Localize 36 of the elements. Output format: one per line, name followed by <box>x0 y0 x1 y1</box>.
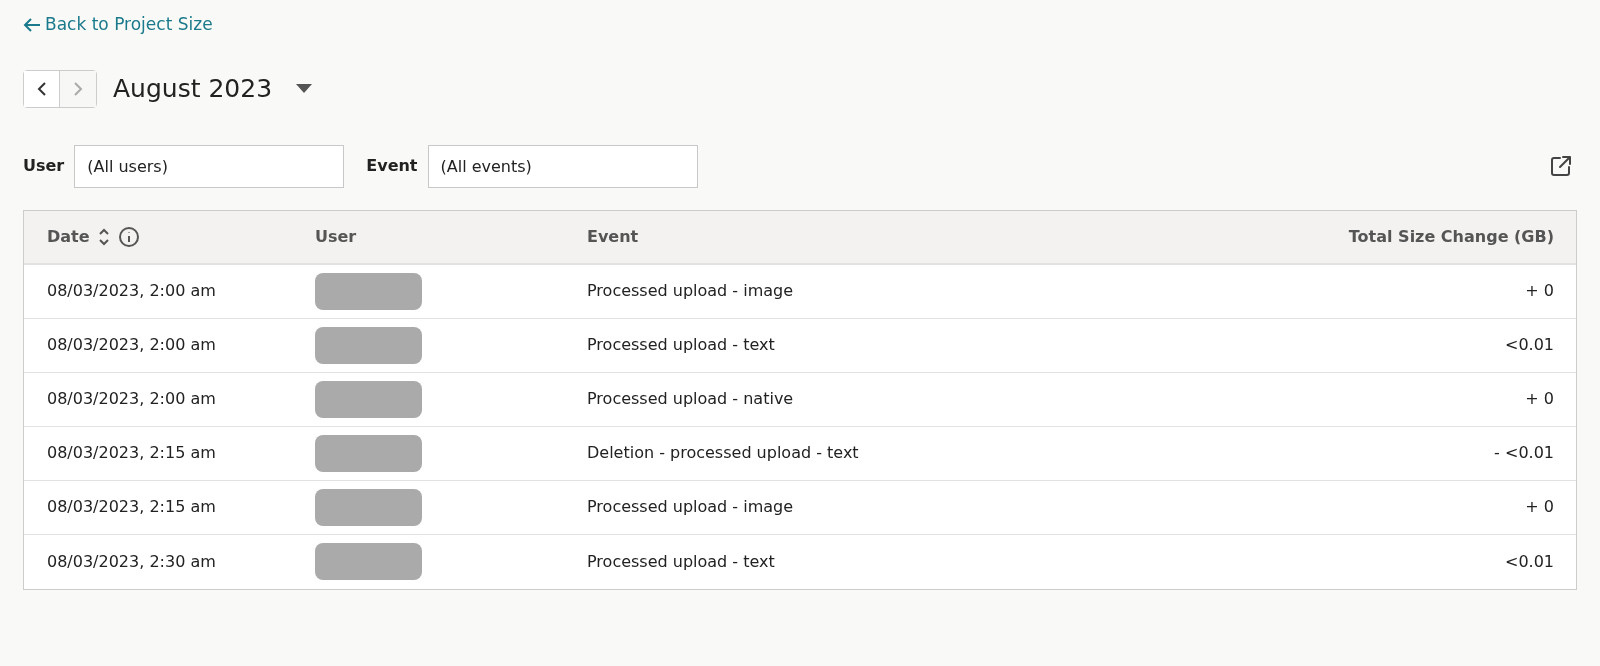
info-icon[interactable] <box>117 225 140 248</box>
chevron-left-icon <box>36 80 47 97</box>
size-change-cell: <0.01 <box>1504 335 1554 354</box>
back-link[interactable]: Back to Project Size <box>23 12 213 38</box>
size-change-cell: <0.01 <box>1504 551 1554 571</box>
date-cell: 08/03/2023, 2:00 am <box>47 389 216 408</box>
event-cell: Processed upload - native <box>587 389 794 408</box>
column-header: Total Size Change (GB) <box>1348 226 1554 246</box>
column-header[interactable]: Date <box>47 224 90 249</box>
date-cell: 08/03/2023, 2:30 am <box>47 551 216 571</box>
event-cell: Processed upload - text <box>587 551 775 571</box>
filter-label: Event <box>366 155 418 177</box>
column-header: User <box>315 226 357 246</box>
event-cell: Deletion - processed upload - text <box>587 443 859 462</box>
chevron-right-icon <box>73 80 83 97</box>
date-cell: 08/03/2023, 2:15 am <box>47 497 216 516</box>
filter-label: User <box>23 155 65 177</box>
event-cell: Processed upload - image <box>587 497 794 516</box>
size-change-cell: + 0 <box>1525 281 1554 300</box>
sort-icon[interactable] <box>97 226 110 247</box>
filter-field[interactable]: (All users) <box>74 144 345 188</box>
month-dropdown[interactable]: August 2023 <box>113 69 313 108</box>
size-change-cell: - <0.01 <box>1494 443 1554 462</box>
event-cell: Processed upload - image <box>587 281 794 300</box>
size-change-cell: + 0 <box>1525 497 1554 516</box>
caret-down-icon <box>296 84 313 93</box>
external-link-icon[interactable] <box>1549 154 1573 178</box>
event-cell: Processed upload - text <box>587 335 775 354</box>
date-cell: 08/03/2023, 2:15 am <box>47 443 216 462</box>
previous-month-button[interactable] <box>24 70 60 107</box>
filter-field[interactable]: (All events) <box>427 144 698 188</box>
column-header: Event <box>587 226 639 246</box>
arrow-left-icon <box>23 16 41 33</box>
date-cell: 08/03/2023, 2:00 am <box>47 281 216 300</box>
size-change-cell: + 0 <box>1525 389 1554 408</box>
date-cell: 08/03/2023, 2:00 am <box>47 335 216 354</box>
